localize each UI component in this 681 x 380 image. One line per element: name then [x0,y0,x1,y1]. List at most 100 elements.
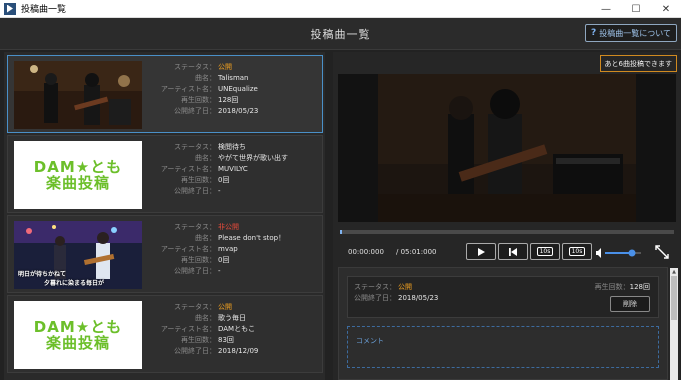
song-value: Talisman [218,74,249,82]
skip-back-icon [509,247,517,256]
song-card[interactable]: DAM★とも 楽曲投稿 ステータス： 検閲待ち 曲名： やがて世界が歌い出す アーテ… [7,135,323,213]
page-title: 投稿曲一覧 [310,28,371,41]
end-date-value: 2018/12/09 [218,347,259,355]
artist-label: アーティスト名： [160,85,216,93]
song-info: ステータス： 公開 曲名： Talisman アーティスト名： UNEqualize … [148,62,320,117]
player-controls: 00:00:000 / 05:01:000 10s 10s [338,240,676,264]
detail-status-value: 公開 [398,283,412,291]
status-value: 検閲待ち [218,143,246,151]
plays-value: 128回 [218,96,239,104]
window-controls: — ☐ ✕ [591,0,681,18]
song-info: ステータス： 公開 曲名： 歌う毎日 アーティスト名： DAMともこ 再生回数： 83回… [148,302,320,357]
song-value: Please don't stop！ [218,234,286,242]
fullscreen-button[interactable] [654,244,670,260]
status-label: ステータス： [174,143,216,151]
song-label: 曲名： [195,74,216,82]
page-header: 投稿曲一覧 ? 投稿曲一覧について [0,18,681,50]
song-label: 曲名： [195,154,216,162]
plays-label: 再生回数： [181,96,216,104]
detail-status-box: ステータス： 公開 公開終了日： 2018/05/23 再生回数：128回 削除 [347,276,659,318]
scroll-up-icon[interactable]: ▲ [670,268,678,276]
artist-label: アーティスト名： [160,245,216,253]
detail-scrollbar[interactable]: ▲ [670,268,678,380]
play-button[interactable] [466,243,496,260]
dam-logo-thumbnail: DAM★とも 楽曲投稿 [14,301,142,369]
song-detail-panel: ステータス： 公開 公開終了日： 2018/05/23 再生回数：128回 削除 コ… [338,267,668,380]
thumb-caption-line1: 明日が待ちかねて [18,271,67,278]
rewind-10s-icon: 10s [536,247,554,256]
seek-bar-fill [340,230,342,234]
artist-value: DAMともこ [218,325,256,333]
detail-playcount: 再生回数：128回 [595,282,650,292]
song-card[interactable]: 明日が待ちかねて 夕暮れに染まる毎日が ステータス： 非公開 曲名： Please … [7,215,323,293]
song-value: やがて世界が歌い出す [218,154,288,162]
play-icon [478,247,485,256]
forward-10s-button[interactable]: 10s [562,243,592,260]
plays-label: 再生回数： [181,336,216,344]
detail-plays-value: 128回 [629,283,650,291]
song-card[interactable]: DAM★とも 楽曲投稿 ステータス： 公開 曲名： 歌う毎日 アーティスト名： DAM… [7,295,323,373]
artist-value: MUVILYC [218,165,248,173]
song-value: 歌う毎日 [218,314,246,322]
dam-logo-line2: 楽曲投稿 [45,334,110,352]
detail-info: ステータス： 公開 公開終了日： 2018/05/23 [354,282,438,304]
rewind-10s-button[interactable]: 10s [530,243,560,260]
status-label: ステータス： [174,303,216,311]
skip-to-start-button[interactable] [498,243,528,260]
seek-bar[interactable] [340,230,674,234]
detail-plays-label: 再生回数： [594,283,630,291]
song-info: ステータス： 検閲待ち 曲名： やがて世界が歌い出す アーティスト名： MUVILYC… [148,142,320,197]
status-value: 公開 [218,63,232,71]
plays-value: 83回 [218,336,234,344]
detail-end-value: 2018/05/23 [398,294,439,302]
plays-label: 再生回数： [181,176,216,184]
artist-value: mvap [218,245,238,253]
status-value: 非公開 [218,223,239,231]
dam-logo-thumbnail: DAM★とも 楽曲投稿 [14,141,142,209]
plays-label: 再生回数： [181,256,216,264]
song-card[interactable]: ステータス： 公開 曲名： Talisman アーティスト名： UNEqualize … [7,55,323,133]
volume-slider[interactable] [596,245,646,259]
window-title: 投稿曲一覧 [21,5,67,15]
song-label: 曲名： [195,314,216,322]
about-list-button[interactable]: ? 投稿曲一覧について [585,24,677,42]
end-date-label: 公開終了日： [174,267,216,275]
status-value: 公開 [218,303,232,311]
app-icon [4,2,16,15]
thumb-caption-line2: 夕暮れに染まる毎日が [44,280,105,287]
song-info: ステータス： 非公開 曲名： Please don't stop！ アーティスト名：… [148,222,320,277]
end-date-label: 公開終了日： [174,107,216,115]
dam-logo-line2: 楽曲投稿 [45,174,110,192]
player-panel: あと6曲投稿できます 00:00:000 / 05:01:000 10s 10s… [333,52,680,380]
delete-button[interactable]: 削除 [610,296,650,312]
scroll-thumb[interactable] [671,276,677,320]
plays-value: 0回 [218,256,230,264]
volume-knob [628,249,636,257]
maximize-button[interactable]: ☐ [621,0,651,18]
artist-label: アーティスト名： [160,325,216,333]
end-date-label: 公開終了日： [174,347,216,355]
volume-icon [596,248,601,258]
end-date-value: 2018/05/23 [218,107,259,115]
forward-10s-icon: 10s [568,247,586,256]
song-list: ステータス： 公開 曲名： Talisman アーティスト名： UNEqualize … [4,52,325,380]
song-thumbnail [14,61,142,129]
status-label: ステータス： [174,63,216,71]
fullscreen-icon [655,245,669,259]
minimize-button[interactable]: — [591,0,621,18]
dam-logo-line1: DAM★とも [33,158,123,176]
upload-remaining-button[interactable]: あと6曲投稿できます [599,55,677,72]
dam-logo-line1: DAM★とも [33,318,123,336]
comment-box[interactable]: コメント [347,326,659,368]
current-time: 00:00:000 [348,248,384,256]
video-player[interactable] [338,74,676,222]
volume-fill [605,252,632,254]
close-button[interactable]: ✕ [651,0,681,18]
artist-label: アーティスト名： [160,165,216,173]
end-date-value: - [218,267,221,275]
artist-value: UNEqualize [218,85,258,93]
detail-end-label: 公開終了日： [354,294,396,302]
end-date-label: 公開終了日： [174,187,216,195]
total-time: / 05:01:000 [396,248,437,256]
detail-status-label: ステータス： [354,283,396,291]
